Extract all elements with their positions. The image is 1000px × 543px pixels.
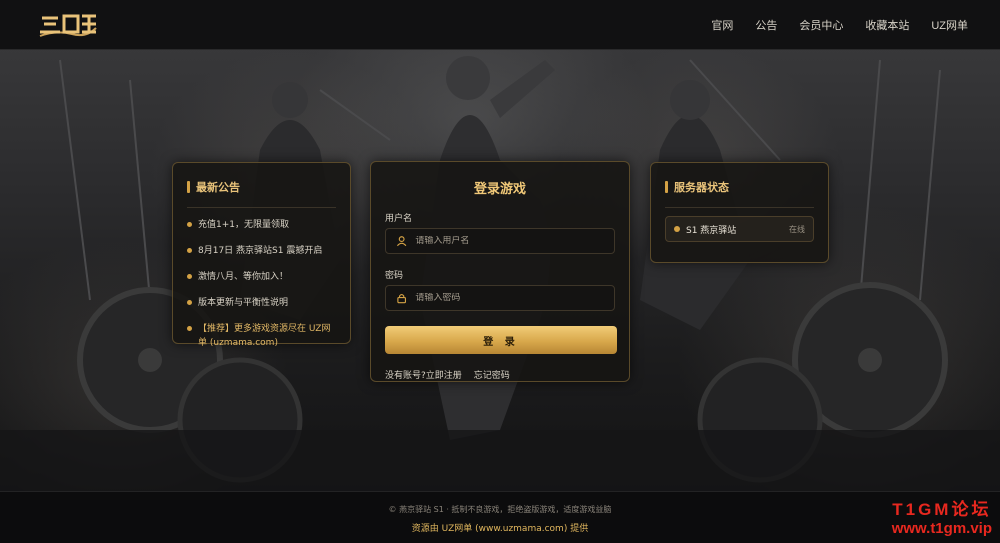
announcement-text: 【推荐】更多游戏资源尽在 UZ网单 (uzmama.com) [198,324,331,348]
nav-member-center[interactable]: 会员中心 [799,17,843,33]
username-input[interactable] [415,236,604,246]
site-watermark: T1GM论坛 www.t1gm.vip [892,495,992,537]
top-navigation-bar: 官网 公告 会员中心 收藏本站 UZ网单 [0,0,1000,50]
bullet-dot-icon [187,274,192,279]
login-links: 没有账号?立即注册 忘记密码 [385,368,615,381]
nav-announcements[interactable]: 公告 [755,17,777,33]
password-input[interactable] [415,293,604,303]
title-accent-bar [187,181,190,193]
watermark-line-2: www.t1gm.vip [891,520,992,537]
announcements-title-text: 最新公告 [196,181,240,194]
announcement-text: 激情八月、等你加入！ [198,272,289,282]
server-status-text: 在线 [789,224,805,234]
announcement-text: 8月17日 燕京驿站S1 震撼开启 [198,246,323,256]
announcement-text: 充值1+1，无限量领取 [198,220,289,230]
title-accent-bar [665,181,668,193]
login-title: 登录游戏 [473,182,526,197]
footer-source-link[interactable]: 资源由 UZ网单 (www.uzmama.com) 提供 [0,521,1000,534]
main-nav: 官网 公告 会员中心 收藏本站 UZ网单 [711,0,968,50]
server-name: S1 燕京驿站 [686,225,737,236]
password-field[interactable] [385,285,615,311]
server-status-title-text: 服务器状态 [674,181,729,194]
password-label: 密码 [385,271,404,281]
list-item[interactable]: 版本更新与平衡性说明 [187,296,336,310]
forgot-password-link[interactable]: 忘记密码 [474,368,510,381]
login-panel: 登录游戏 用户名 密码 登 录 没有账号?立即注册 忘记密码 [370,161,630,382]
server-status-panel: 服务器状态 S1 燕京驿站 在线 [650,162,829,263]
server-status-dot-icon [674,226,680,232]
announcements-panel: 最新公告 充值1+1，无限量领取 8月17日 燕京驿站S1 震撼开启 激情八月、… [172,162,351,348]
register-link[interactable]: 立即注册 [426,371,462,381]
server-item[interactable]: S1 燕京驿站 在线 [665,216,814,242]
divider [187,207,336,208]
divider [665,207,814,208]
lock-icon [397,293,407,304]
list-item-recommended[interactable]: 【推荐】更多游戏资源尽在 UZ网单 (uzmama.com) [187,322,336,350]
server-status-title: 服务器状态 [665,179,814,195]
list-item[interactable]: 8月17日 燕京驿站S1 震撼开启 [187,244,336,258]
nav-uz-store[interactable]: UZ网单 [931,17,968,33]
logo-icon [39,14,97,37]
nav-bookmark-site[interactable]: 收藏本站 [865,17,909,33]
username-label: 用户名 [385,214,413,224]
username-field[interactable] [385,228,615,254]
watermark-line-1: T1GM论坛 [892,500,992,519]
user-icon [396,236,407,247]
bullet-dot-icon [187,300,192,305]
register-prompt: 没有账号? [385,371,426,381]
announcement-text: 版本更新与平衡性说明 [198,298,289,308]
bullet-dot-icon [187,248,192,253]
nav-official-site[interactable]: 官网 [711,17,733,33]
announcements-list: 充值1+1，无限量领取 8月17日 燕京驿站S1 震撼开启 激情八月、等你加入！… [187,218,336,350]
bullet-dot-icon [187,222,192,227]
page-footer: © 燕京驿站 S1 · 抵制不良游戏，拒绝盗版游戏，适度游戏益脑 资源由 UZ网… [0,491,1000,543]
game-logo[interactable] [36,10,100,42]
announcements-title: 最新公告 [187,179,336,195]
list-item[interactable]: 充值1+1，无限量领取 [187,218,336,232]
footer-copyright: © 燕京驿站 S1 · 抵制不良游戏，拒绝盗版游戏，适度游戏益脑 [388,505,612,514]
bullet-dot-icon [187,326,192,331]
login-button[interactable]: 登 录 [385,326,617,354]
list-item[interactable]: 激情八月、等你加入！ [187,270,336,284]
